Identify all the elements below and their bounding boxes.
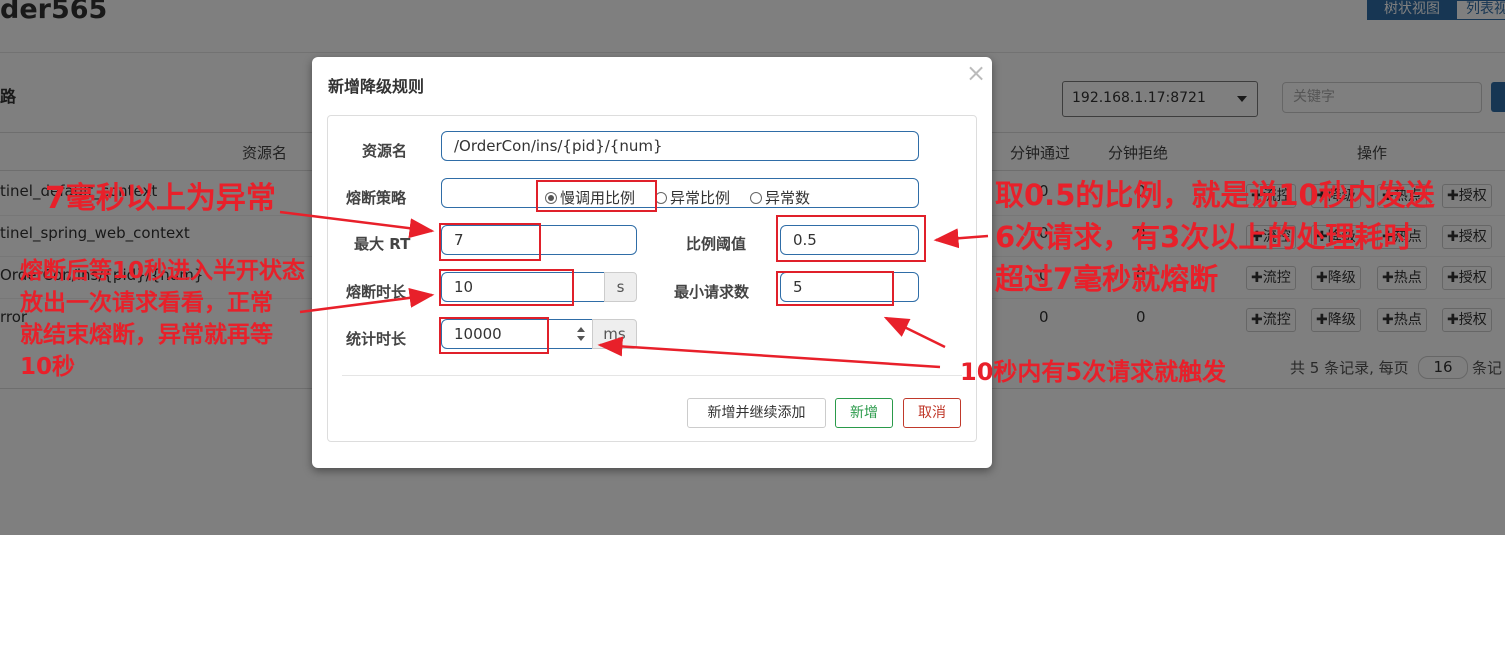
- annotation-line: 放出一次请求看看，正常: [20, 290, 273, 316]
- ratio-annotation: 取0.5的比例，就是说10秒内发送 6次请求，有3次以上的处理耗时 超过7毫秒就…: [995, 174, 1435, 300]
- annotation-line: 取0.5的比例，就是说10秒内发送: [995, 178, 1435, 212]
- watermark: CSDN @匿名热心市民: [1298, 618, 1461, 637]
- arrow-line: [299, 287, 435, 314]
- arrow-line: [883, 316, 946, 349]
- arrow-line: [279, 210, 435, 239]
- annotation-line: 熔断后等10秒进入半开状态: [20, 258, 306, 284]
- rt-annotation: 7毫秒以上为异常: [45, 181, 276, 216]
- annotation-line: 就结束熔断，异常就再等: [20, 322, 273, 348]
- annotation-line: 超过7毫秒就熔断: [995, 262, 1219, 296]
- min-requests-annotation: 10秒内有5次请求就触发: [960, 358, 1227, 386]
- arrow-line: [933, 228, 989, 249]
- annotation-line: 10秒: [20, 354, 76, 380]
- arrow-line: [597, 336, 941, 369]
- annotation-line: 6次请求，有3次以上的处理耗时: [995, 220, 1413, 254]
- break-annotation: 熔断后等10秒进入半开状态 放出一次请求看看，正常 就结束熔断，异常就再等 10…: [20, 255, 305, 383]
